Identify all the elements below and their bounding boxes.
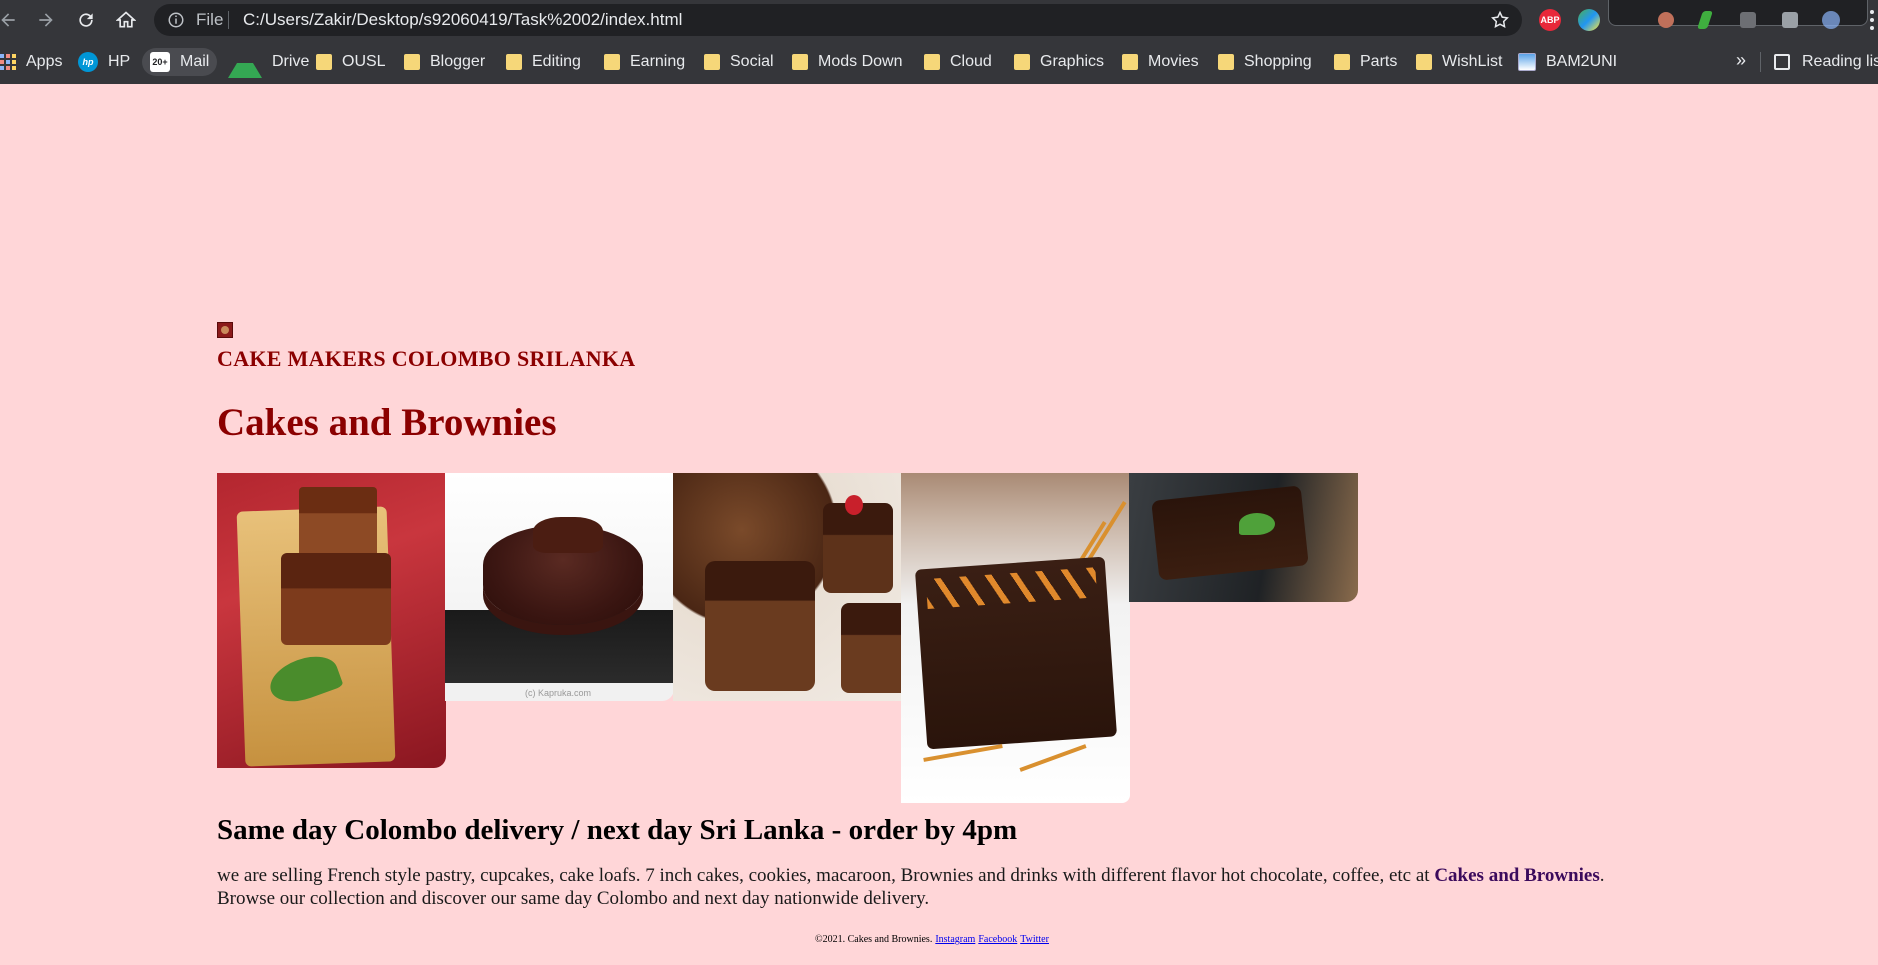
folder-icon xyxy=(1014,54,1030,70)
page-title: Cakes and Brownies xyxy=(217,401,557,444)
profile-avatar-icon[interactable] xyxy=(1822,11,1840,29)
hp-logo-icon: hp xyxy=(78,52,98,72)
folder-icon xyxy=(316,54,332,70)
bookmark-folder-cloud[interactable]: Cloud xyxy=(924,48,992,76)
mint-brownies-photo xyxy=(1129,473,1358,602)
bookmark-label: OUSL xyxy=(342,53,386,70)
bookmark-label: Cloud xyxy=(950,53,992,70)
drive-icon xyxy=(228,47,262,78)
bookmark-label: Drive xyxy=(272,53,310,70)
copyright-text: ©2021. Cakes and Brownies. xyxy=(815,934,933,945)
bookmark-label: Mail xyxy=(180,53,210,70)
apps-grid-icon xyxy=(0,54,16,70)
folder-icon xyxy=(404,54,420,70)
bookmark-label: Parts xyxy=(1360,53,1398,70)
back-icon[interactable] xyxy=(0,8,20,32)
frosted-brownie-bites-photo xyxy=(673,473,902,701)
address-bar[interactable]: File C:/Users/Zakir/Desktop/s92060419/Ta… xyxy=(154,4,1522,36)
bookmark-folder-mods-down[interactable]: Mods Down xyxy=(792,48,902,76)
bookmark-drive[interactable]: Drive xyxy=(228,47,310,78)
bookmark-folder-shopping[interactable]: Shopping xyxy=(1218,48,1312,76)
bookmark-folder-wishlist[interactable]: WishList xyxy=(1416,48,1502,76)
bookmark-label: HP xyxy=(108,53,131,70)
browser-chrome: File C:/Users/Zakir/Desktop/s92060419/Ta… xyxy=(0,0,1878,84)
bookmark-folder-earning[interactable]: Earning xyxy=(604,48,685,76)
mail-icon: 20+ xyxy=(150,52,170,72)
bookmark-mail[interactable]: 20+ Mail xyxy=(142,48,218,76)
bookmark-folder-movies[interactable]: Movies xyxy=(1122,48,1199,76)
reading-list-button[interactable]: Reading list xyxy=(1774,48,1878,76)
bookmark-folder-ousl[interactable]: OUSL xyxy=(316,48,386,76)
extension-icon[interactable] xyxy=(1658,12,1674,28)
reload-icon[interactable] xyxy=(74,8,98,32)
puzzle-extensions-icon[interactable] xyxy=(1782,12,1798,28)
bookmark-label: WishList xyxy=(1442,53,1503,70)
omnibox-divider xyxy=(228,11,229,29)
extension-icon[interactable] xyxy=(1740,12,1756,28)
bookmark-label: Movies xyxy=(1148,53,1199,70)
brand-heading: CAKE MAKERS COLOMBO SRILANKA xyxy=(217,346,636,371)
folder-icon xyxy=(792,54,808,70)
adblock-plus-extension-icon[interactable]: ABP xyxy=(1539,9,1561,31)
bookmark-label: BAM2UNI xyxy=(1546,53,1618,70)
file-scheme-label: File xyxy=(196,10,224,29)
bookmark-apps[interactable]: Apps xyxy=(0,48,62,76)
bookmark-folder-parts[interactable]: Parts xyxy=(1334,48,1397,76)
bookmark-star-icon[interactable] xyxy=(1490,10,1510,30)
bookmark-folder-graphics[interactable]: Graphics xyxy=(1014,48,1104,76)
folder-icon xyxy=(506,54,522,70)
bookmark-label: Apps xyxy=(26,53,63,70)
instagram-link[interactable]: Instagram xyxy=(935,934,975,945)
folder-icon xyxy=(704,54,720,70)
description-brand-link[interactable]: Cakes and Brownies xyxy=(1434,865,1599,886)
delivery-heading: Same day Colombo delivery / next day Sri… xyxy=(217,814,1018,846)
pretzel-brownie-photo xyxy=(901,473,1130,803)
facebook-link[interactable]: Facebook xyxy=(978,934,1017,945)
description-paragraph: we are selling French style pastry, cupc… xyxy=(217,864,1617,910)
browser-toolbar: File C:/Users/Zakir/Desktop/s92060419/Ta… xyxy=(0,0,1878,40)
bookmark-bam2uni[interactable]: BAM2UNI xyxy=(1518,48,1617,76)
bookmark-folder-blogger[interactable]: Blogger xyxy=(404,48,485,76)
extension-icon[interactable] xyxy=(1578,9,1600,31)
url-text[interactable]: C:/Users/Zakir/Desktop/s92060419/Task%20… xyxy=(243,10,682,30)
site-logo-image xyxy=(217,322,233,338)
bookmark-label: Earning xyxy=(630,53,686,70)
bookmark-label: Mods Down xyxy=(818,53,903,70)
photo-watermark: (c) Kapruka.com xyxy=(525,688,592,698)
twitter-link[interactable]: Twitter xyxy=(1020,934,1049,945)
description-text: we are selling French style pastry, cupc… xyxy=(217,865,1435,886)
folder-icon xyxy=(924,54,940,70)
abp-label: ABP xyxy=(1540,15,1560,25)
home-icon[interactable] xyxy=(114,8,138,32)
folder-icon xyxy=(1416,54,1432,70)
bookmark-label: Social xyxy=(730,53,774,70)
site-icon xyxy=(1518,53,1536,71)
folder-icon xyxy=(1218,54,1234,70)
folder-icon xyxy=(1334,54,1350,70)
bookmark-label: Blogger xyxy=(430,53,486,70)
bookmarks-bar: Apps hp HP 20+ Mail Drive OUSL Blogger E… xyxy=(0,40,1878,84)
bookmark-label: Shopping xyxy=(1244,53,1312,70)
folder-icon xyxy=(1122,54,1138,70)
bookmarks-divider xyxy=(1760,52,1761,72)
page-footer: ©2021. Cakes and Brownies. Instagram Faceb… xyxy=(217,934,1647,945)
reading-list-icon xyxy=(1774,54,1790,70)
bookmark-label: Graphics xyxy=(1040,53,1105,70)
bookmark-folder-social[interactable]: Social xyxy=(704,48,774,76)
chocolate-cake-slices-photo xyxy=(217,473,446,768)
site-info-icon[interactable] xyxy=(167,11,185,29)
bookmark-folder-editing[interactable]: Editing xyxy=(506,48,581,76)
folder-icon xyxy=(604,54,620,70)
bookmarks-overflow-button[interactable]: » xyxy=(1736,50,1746,71)
bookmark-hp[interactable]: hp HP xyxy=(78,48,130,76)
forward-icon[interactable] xyxy=(34,8,58,32)
browser-menu-icon[interactable] xyxy=(1870,10,1874,30)
reading-list-label: Reading list xyxy=(1802,53,1878,70)
bookmark-label: Editing xyxy=(532,53,581,70)
chocolate-round-cake-photo: (c) Kapruka.com xyxy=(445,473,674,701)
